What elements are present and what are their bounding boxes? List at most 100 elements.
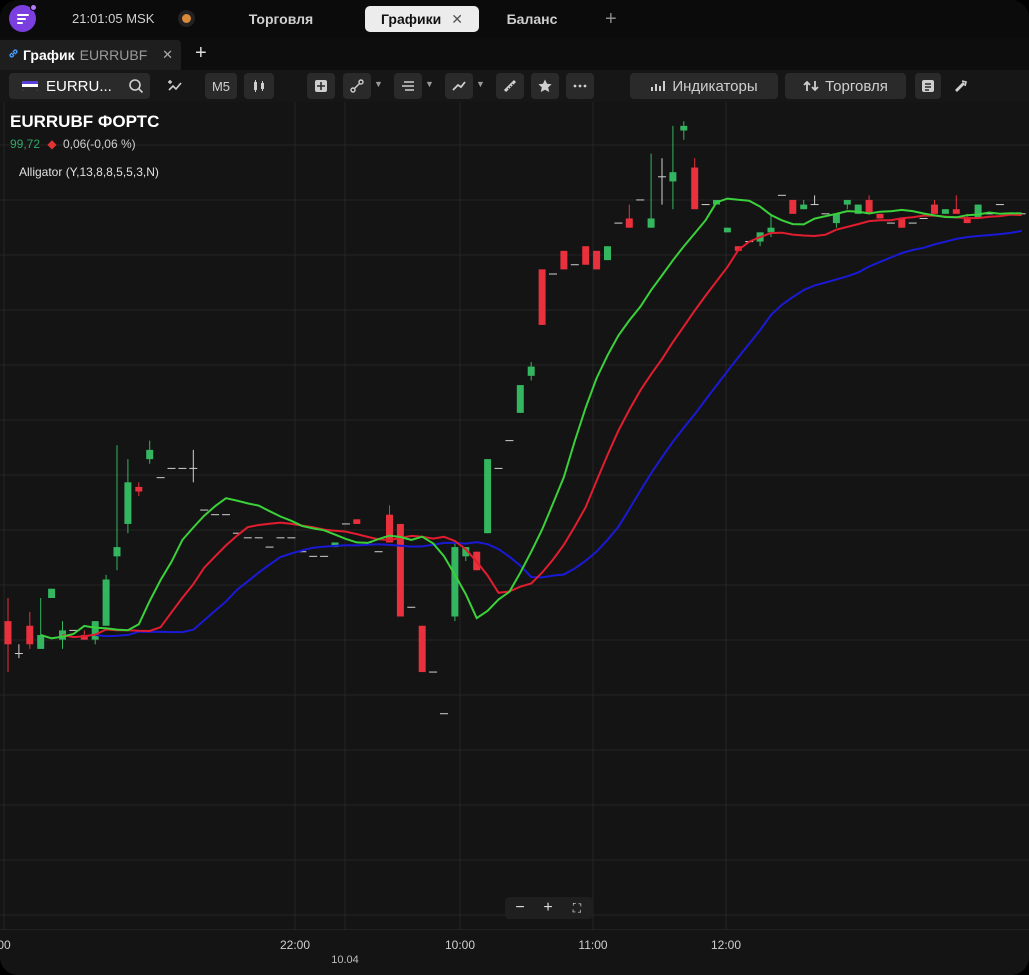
alert-icon <box>952 78 968 94</box>
notification-dot <box>30 4 37 11</box>
candle-up <box>680 125 688 131</box>
trend-tool-icon <box>451 78 467 94</box>
trading-label: Торговля <box>825 77 888 95</box>
tab-balance[interactable]: Баланс <box>492 6 572 32</box>
candle-down <box>625 218 633 228</box>
candle-up <box>37 635 45 649</box>
alert-button[interactable] <box>947 73 973 99</box>
close-chart-tab-icon[interactable]: ✕ <box>162 47 173 63</box>
trading-button[interactable]: Торговля <box>785 73 906 99</box>
compare-button[interactable] <box>160 73 190 99</box>
candle-up <box>91 621 99 640</box>
x-axis-label: 11:00 <box>578 938 608 952</box>
candle-up <box>843 199 851 205</box>
ruler-tool-button[interactable] <box>496 73 524 99</box>
crosshair-tool-button[interactable] <box>307 73 335 99</box>
price-change: 0,06(-0,06 %) <box>62 137 136 151</box>
trend-tool-button[interactable] <box>445 73 473 99</box>
candle-down <box>560 250 568 270</box>
more-button[interactable] <box>566 73 594 99</box>
chart-tab-eurrubf[interactable]: График EURRUBF ✕ <box>0 40 181 70</box>
chevron-down-icon[interactable]: ▼ <box>476 79 485 89</box>
candlestick-chart[interactable] <box>0 102 1029 930</box>
tab-charts[interactable]: Графики ✕ <box>365 6 479 32</box>
chart-type-button[interactable] <box>244 73 274 99</box>
add-tab-button[interactable]: + <box>605 8 617 31</box>
candle-up <box>604 246 611 261</box>
chevron-down-icon[interactable]: ▼ <box>374 79 383 89</box>
symbol-name: EURRU... <box>46 77 112 95</box>
indicators-button[interactable]: Индикаторы <box>630 73 778 99</box>
eu-flag-icon <box>22 81 38 91</box>
search-icon[interactable] <box>128 78 144 99</box>
favorites-button[interactable] <box>531 73 559 99</box>
candle-down <box>353 519 361 524</box>
candle-up <box>484 459 492 534</box>
indicators-label: Индикаторы <box>672 77 758 95</box>
ruler-icon <box>502 78 518 94</box>
x-axis-label: 22:00 <box>279 938 311 952</box>
connection-status-dot <box>182 14 191 23</box>
trading-icon <box>803 79 819 93</box>
tab-label: Баланс <box>506 11 558 27</box>
x-axis-label: 12:00 <box>710 938 742 952</box>
candle-up <box>767 227 775 233</box>
candle-down <box>593 250 601 270</box>
candle-down <box>952 209 960 214</box>
down-arrow-icon: ◆ <box>47 137 57 151</box>
more-icon <box>572 78 588 94</box>
x-axis-date-label: 10.04 <box>331 954 359 966</box>
add-chart-tab-button[interactable]: + <box>195 42 207 65</box>
zoom-controls: − + ⛶ <box>505 897 593 919</box>
chart-tab-title: График <box>23 47 75 63</box>
candles-icon <box>251 78 267 94</box>
compare-icon <box>167 78 183 94</box>
candle-down <box>789 199 797 214</box>
x-axis-label: 10:00 <box>444 938 476 952</box>
chevron-down-icon[interactable]: ▼ <box>425 79 434 89</box>
cross-tool-icon <box>313 78 329 94</box>
levels-tool-icon <box>400 78 416 94</box>
candle-down <box>538 269 546 325</box>
candle-down <box>931 204 938 214</box>
tab-label: Торговля <box>248 11 314 27</box>
candle-up <box>800 204 808 210</box>
zoom-in-button[interactable]: + <box>538 898 558 918</box>
timeframe-selector[interactable]: M5 <box>205 73 237 99</box>
levels-tool-button[interactable] <box>394 73 422 99</box>
menu-icon <box>16 13 29 24</box>
tab-label: Графики <box>381 11 442 27</box>
chart-tab-symbol: EURRUBF <box>79 47 148 63</box>
app-window: 21:01:05 MSK Торговля Графики ✕ Баланс +… <box>0 0 1029 975</box>
news-button[interactable] <box>915 73 941 99</box>
candle-up <box>113 547 121 557</box>
candle-up <box>124 482 132 524</box>
candle-up <box>48 588 56 598</box>
candle-down <box>26 625 34 645</box>
chart-tabs-bar: График EURRUBF ✕ + <box>0 38 1029 70</box>
candle-down <box>418 625 426 673</box>
close-tab-icon[interactable]: ✕ <box>451 11 463 28</box>
chart-toolbar: EURRU... M5 ▼ ▼ ▼ Индикаторы Торговля <box>0 70 1029 102</box>
link-icon <box>8 48 19 62</box>
candle-up <box>451 547 459 617</box>
symbol-selector[interactable]: EURRU... <box>9 73 150 99</box>
indicator-legend[interactable]: Alligator (Y,13,8,8,5,5,3,N) <box>19 165 159 179</box>
candle-up <box>146 449 154 460</box>
candle-down <box>4 621 12 645</box>
top-bar: 21:01:05 MSK Торговля Графики ✕ Баланс + <box>0 0 1029 38</box>
candle-down <box>963 218 971 224</box>
candle-down <box>876 213 884 219</box>
candle-up <box>723 227 731 233</box>
zoom-out-button[interactable]: − <box>510 898 530 918</box>
candle-down <box>691 167 699 210</box>
indicators-icon <box>650 79 666 93</box>
star-icon <box>537 78 553 94</box>
candle-down <box>582 246 590 265</box>
line-tool-button[interactable] <box>343 73 371 99</box>
app-menu-button[interactable] <box>9 4 37 32</box>
candle-down <box>135 486 143 492</box>
tab-trading[interactable]: Торговля <box>222 6 340 32</box>
line-tool-icon <box>349 78 365 94</box>
fit-screen-button[interactable]: ⛶ <box>567 898 587 918</box>
